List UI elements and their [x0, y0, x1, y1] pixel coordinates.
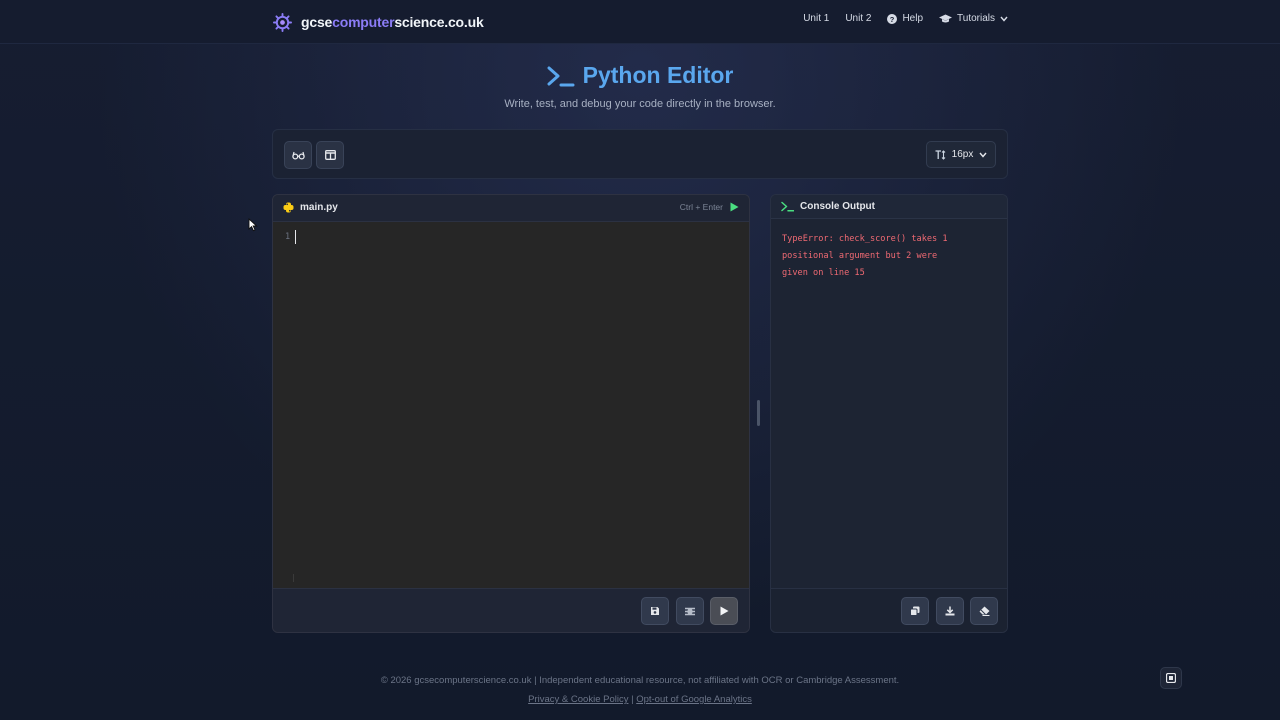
nav-tutorials[interactable]: Tutorials	[939, 13, 1008, 24]
footer-links: Privacy & Cookie Policy | Opt-out of Goo…	[0, 694, 1280, 705]
mouse-cursor-icon	[248, 218, 258, 232]
play-icon[interactable]	[730, 202, 739, 212]
nav-help-label: Help	[902, 13, 924, 24]
download-output-button[interactable]	[936, 597, 964, 625]
file-tab[interactable]: main.py	[283, 202, 338, 213]
terminal-prompt-icon	[547, 66, 575, 86]
page-title-text: Python Editor	[582, 62, 734, 88]
python-logo-icon	[283, 202, 294, 213]
copy-output-button[interactable]	[901, 597, 929, 625]
bug-icon	[685, 607, 695, 615]
logo-text-prefix: gcse	[301, 14, 333, 30]
glasses-icon	[291, 151, 305, 160]
code-editor-panel: main.py Ctrl + Enter 1	[272, 194, 750, 633]
panel-resize-handle[interactable]	[757, 400, 760, 426]
font-size-value: 16px	[951, 149, 974, 160]
analytics-optout-link[interactable]: Opt-out of Google Analytics	[636, 694, 752, 705]
page-subtitle: Write, test, and debug your code directl…	[504, 98, 776, 110]
question-circle-icon: ?	[887, 13, 898, 24]
console-panel: Console Output TypeError: check_score() …	[770, 194, 1008, 633]
text-height-icon	[935, 149, 946, 160]
terminal-prompt-icon	[781, 201, 794, 212]
floating-action-button[interactable]	[1160, 667, 1182, 689]
run-shortcut: Ctrl + Enter	[680, 202, 739, 212]
nav-unit2[interactable]: Unit 2	[845, 13, 871, 24]
code-input[interactable]	[303, 226, 737, 580]
chevron-down-icon	[979, 152, 987, 158]
editor-footer	[273, 588, 749, 632]
footer-copyright: © 2026 gcsecomputerscience.co.uk | Indep…	[380, 675, 900, 686]
main-nav: Unit 1 Unit 2 ? Help Tutorials	[803, 13, 1008, 24]
eraser-icon	[979, 606, 989, 616]
nav-help[interactable]: ? Help	[887, 13, 923, 24]
console-title: Console Output	[800, 201, 875, 212]
editor-toolbar: 16px	[272, 129, 1008, 179]
floppy-disk-icon	[651, 607, 659, 615]
chevron-down-icon	[1000, 16, 1008, 22]
file-tab-label: main.py	[300, 202, 338, 213]
layout-toggle-button[interactable]	[316, 141, 344, 169]
logo-text-highlight: computer	[332, 14, 395, 30]
code-area[interactable]: 1	[273, 222, 749, 588]
run-shortcut-label: Ctrl + Enter	[679, 202, 723, 212]
console-footer	[771, 588, 1007, 632]
nav-tutorials-label: Tutorials	[957, 13, 995, 24]
font-size-select[interactable]: 16px	[926, 141, 996, 168]
privacy-policy-link[interactable]: Privacy & Cookie Policy	[528, 694, 628, 705]
download-icon	[945, 606, 955, 616]
play-icon	[720, 606, 728, 616]
clear-output-button[interactable]	[970, 597, 998, 625]
graduation-cap-icon	[939, 14, 953, 22]
editor-header: main.py Ctrl + Enter	[273, 195, 749, 222]
grid-icon	[1166, 673, 1176, 683]
logo-icon	[273, 12, 292, 32]
site-logo[interactable]: gcsecomputerscience.co.uk	[273, 12, 484, 32]
footer-separator: |	[631, 694, 634, 705]
save-button[interactable]	[641, 597, 669, 625]
nav-unit1[interactable]: Unit 1	[803, 13, 829, 24]
view-toggle-button[interactable]	[284, 141, 312, 169]
line-number: 1	[285, 232, 291, 242]
copy-icon	[910, 606, 920, 616]
svg-text:?: ?	[890, 14, 895, 23]
debug-button[interactable]	[676, 597, 704, 625]
console-header: Console Output	[771, 195, 1007, 219]
run-button[interactable]	[710, 597, 738, 625]
console-output: TypeError: check_score() takes 1 positio…	[782, 234, 948, 278]
logo-text-suffix: science.co.uk	[394, 14, 484, 30]
top-navbar: gcsecomputerscience.co.uk Unit 1 Unit 2 …	[0, 0, 1280, 44]
columns-layout-icon	[324, 150, 336, 160]
logo-text: gcsecomputerscience.co.uk	[301, 14, 484, 30]
gutter-marker	[293, 574, 294, 582]
page-title: Python Editor	[0, 62, 1280, 89]
text-cursor	[295, 230, 296, 244]
